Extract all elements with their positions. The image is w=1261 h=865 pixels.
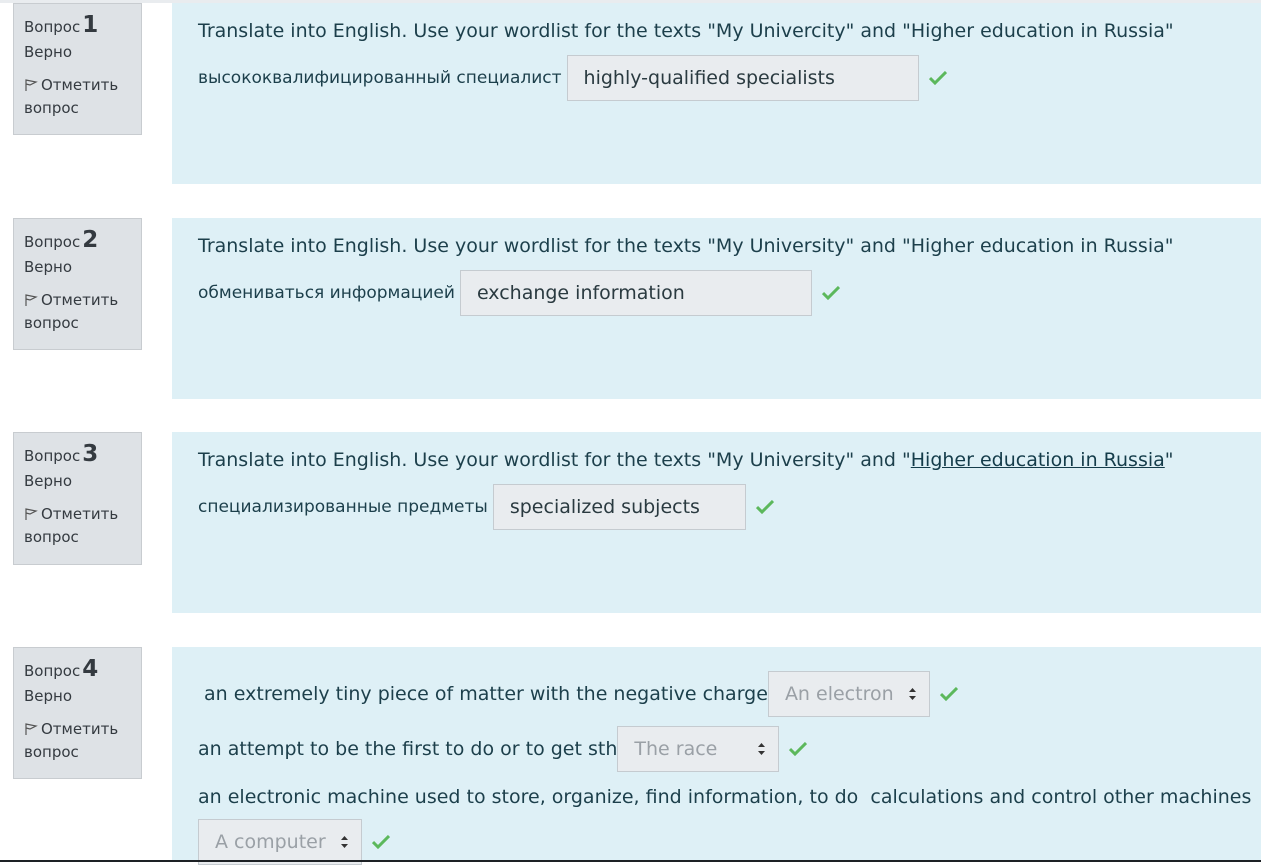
match-row: an extremely tiny piece of matter with t… bbox=[198, 671, 1261, 717]
flag-icon bbox=[25, 508, 38, 520]
question-number: 3 bbox=[82, 441, 99, 467]
match-prompt: an attempt to be the first to do or to g… bbox=[198, 738, 618, 760]
check-icon bbox=[789, 742, 808, 756]
match-select[interactable]: A computer bbox=[198, 819, 362, 865]
check-icon bbox=[372, 835, 390, 849]
check-icon bbox=[928, 71, 947, 85]
question-label: Вопрос bbox=[24, 662, 81, 680]
select-arrows-icon bbox=[908, 688, 916, 700]
question-number: 1 bbox=[82, 12, 99, 38]
flag-question-link[interactable]: Отметить вопрос bbox=[24, 503, 141, 549]
answer-prompt: специализированные предметы bbox=[198, 497, 488, 517]
flag-icon bbox=[25, 294, 38, 306]
question-info-2: Вопрос2 Верно Отметить вопрос bbox=[13, 218, 142, 350]
match-prompt: an electronic machine used to store, org… bbox=[198, 786, 1252, 808]
match-select[interactable]: An electron bbox=[767, 671, 930, 717]
question-text: Translate into English. Use your wordlis… bbox=[198, 445, 1261, 475]
select-value: A computer bbox=[215, 831, 326, 853]
answer-prompt: обмениваться информацией bbox=[198, 283, 455, 303]
answer-input[interactable]: exchange information bbox=[459, 270, 812, 316]
flag-question-link[interactable]: Отметить вопрос bbox=[24, 289, 141, 335]
question-info-3: Вопрос3 Верно Отметить вопрос bbox=[13, 432, 142, 565]
question-label: Вопрос bbox=[24, 233, 81, 251]
check-icon bbox=[939, 687, 958, 701]
wordlist-link[interactable]: Higher education in Russia bbox=[911, 449, 1165, 471]
question-number-line: Вопрос2 bbox=[24, 227, 141, 253]
flag-question-link[interactable]: Отметить вопрос bbox=[24, 718, 141, 764]
match-select[interactable]: The race bbox=[617, 726, 780, 772]
flag-label: Отметить вопрос bbox=[24, 720, 119, 761]
flag-question-link[interactable]: Отметить вопрос bbox=[24, 74, 141, 120]
question-label: Вопрос bbox=[24, 18, 81, 36]
question-number: 4 bbox=[82, 656, 99, 682]
match-row: an attempt to be the first to do or to g… bbox=[198, 726, 1261, 772]
flag-icon bbox=[25, 723, 38, 735]
question-state: Верно bbox=[24, 472, 73, 490]
question-info-1: Вопрос1 Верно Отметить вопрос bbox=[13, 3, 142, 135]
question-number: 2 bbox=[82, 227, 99, 253]
answer-input[interactable]: highly-qualified specialists bbox=[566, 55, 919, 101]
answer-row: обмениваться информацией exchange inform… bbox=[198, 270, 1261, 316]
check-icon bbox=[821, 286, 840, 300]
select-arrows-icon bbox=[758, 743, 766, 755]
select-value: The race bbox=[634, 738, 718, 760]
question-content-2: Translate into English. Use your wordlis… bbox=[172, 218, 1261, 399]
question-content-1: Translate into English. Use your wordlis… bbox=[172, 3, 1261, 184]
question-text-end: " bbox=[1164, 449, 1174, 471]
match-row: A computer bbox=[198, 819, 1261, 865]
flag-label: Отметить вопрос bbox=[24, 291, 119, 332]
question-state: Верно bbox=[24, 258, 73, 276]
answer-row: специализированные предметы specialized … bbox=[198, 484, 1261, 530]
question-info-4: Вопрос4 Верно Отметить вопрос bbox=[13, 647, 142, 779]
match-row: an electronic machine used to store, org… bbox=[198, 782, 1261, 812]
match-prompt: an extremely tiny piece of matter with t… bbox=[198, 683, 768, 705]
question-text-start: Translate into English. Use your wordlis… bbox=[198, 449, 911, 471]
flag-icon bbox=[25, 79, 38, 91]
answer-row: высококвалифицированный специалист highl… bbox=[198, 55, 1261, 101]
select-value: An electron bbox=[784, 683, 894, 705]
select-arrows-icon bbox=[341, 836, 348, 848]
question-number-line: Вопрос1 bbox=[24, 12, 141, 38]
check-icon bbox=[755, 500, 774, 514]
question-text: Translate into English. Use your wordlis… bbox=[198, 20, 1174, 42]
question-content-3: Translate into English. Use your wordlis… bbox=[172, 432, 1261, 613]
answer-prompt: высококвалифицированный специалист bbox=[198, 68, 562, 88]
flag-label: Отметить вопрос bbox=[24, 505, 119, 546]
question-content-4: an extremely tiny piece of matter with t… bbox=[172, 647, 1261, 865]
question-state: Верно bbox=[24, 687, 73, 705]
question-number-line: Вопрос4 bbox=[24, 656, 141, 682]
flag-label: Отметить вопрос bbox=[24, 76, 119, 117]
question-state: Верно bbox=[24, 43, 73, 61]
answer-input[interactable]: specialized subjects bbox=[492, 484, 746, 530]
question-label: Вопрос bbox=[24, 447, 81, 465]
question-number-line: Вопрос3 bbox=[24, 441, 141, 467]
question-text: Translate into English. Use your wordlis… bbox=[198, 235, 1174, 257]
